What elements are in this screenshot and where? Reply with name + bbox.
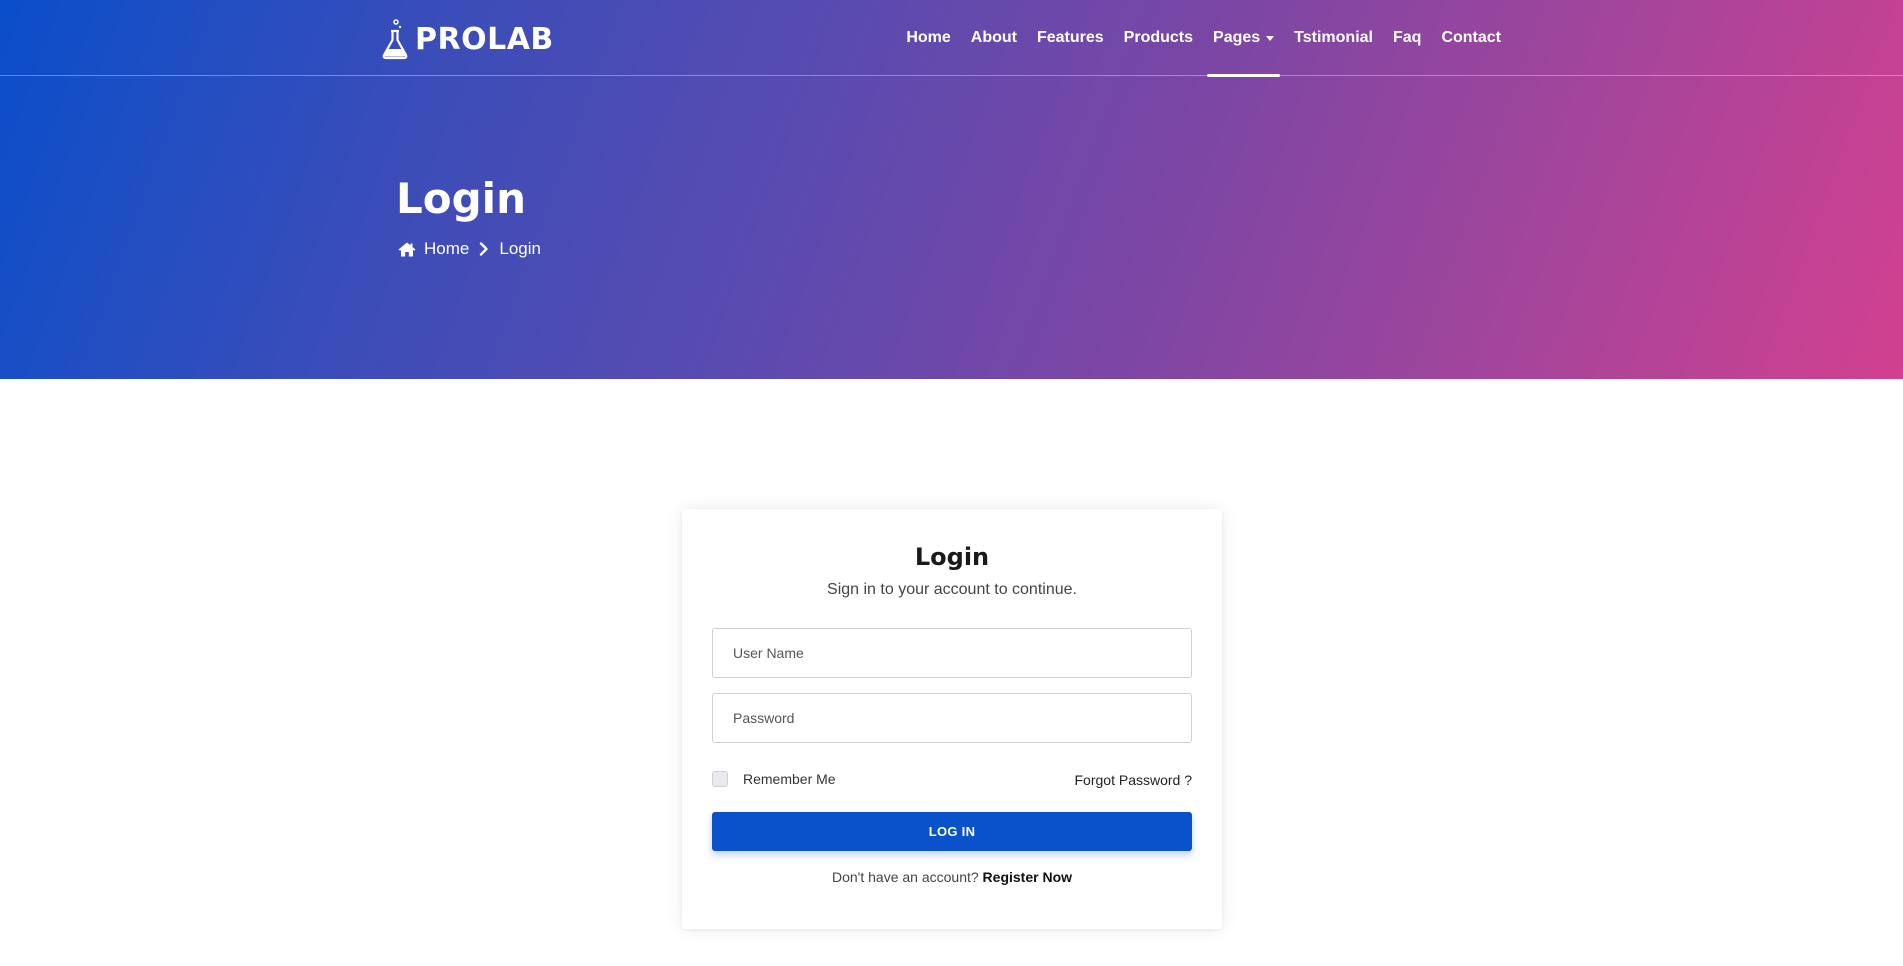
top-navbar: PROLAB Home About Features Products Page…: [0, 0, 1903, 77]
breadcrumb-home-link[interactable]: Home: [424, 239, 469, 259]
breadcrumb: Home Login: [398, 239, 541, 259]
nav-label: Contact: [1441, 29, 1501, 46]
home-icon: [398, 242, 416, 256]
nav-label: Home: [906, 29, 951, 46]
main-nav: Home About Features Products Pages Tstim…: [896, 0, 1511, 77]
flask-icon: [382, 19, 408, 60]
register-prompt-text: Don't have an account?: [831, 869, 979, 885]
remember-me[interactable]: Remember Me: [712, 771, 836, 787]
nav-label: Tstimonial: [1294, 29, 1373, 46]
nav-label: Products: [1123, 29, 1194, 46]
nav-item-faq[interactable]: Faq: [1383, 0, 1431, 76]
forgot-password-link[interactable]: Forgot Password ?: [1075, 772, 1193, 788]
hero-banner: PROLAB Home About Features Products Page…: [0, 0, 1903, 379]
remember-me-checkbox[interactable]: [712, 771, 728, 787]
login-card-title: Login: [914, 543, 990, 571]
nav-label: Pages: [1213, 29, 1261, 46]
nav-label: Faq: [1392, 29, 1422, 46]
brand-logo[interactable]: PROLAB: [381, 18, 554, 60]
nav-item-testimonial[interactable]: Tstimonial: [1284, 0, 1383, 76]
login-card-subtitle: Sign in to your account to continue.: [827, 581, 1077, 598]
nav-item-pages[interactable]: Pages: [1203, 0, 1284, 77]
nav-label: About: [970, 29, 1017, 46]
login-card: Login Sign in to your account to continu…: [682, 509, 1222, 929]
nav-item-features[interactable]: Features: [1027, 0, 1114, 76]
caret-down-icon: [1266, 35, 1275, 41]
chevron-right-icon: [480, 242, 489, 256]
register-now-link[interactable]: Register Now: [983, 869, 1072, 885]
nav-item-contact[interactable]: Contact: [1431, 0, 1511, 76]
breadcrumb-current: Login: [499, 239, 541, 258]
login-button[interactable]: LOG IN: [712, 812, 1192, 851]
nav-item-about[interactable]: About: [961, 0, 1027, 76]
password-input[interactable]: [712, 693, 1192, 743]
register-prompt: Don't have an account? Register Now: [682, 869, 1222, 885]
username-input[interactable]: [712, 628, 1192, 678]
nav-item-home[interactable]: Home: [896, 0, 960, 76]
nav-label: Features: [1036, 29, 1104, 46]
nav-item-products[interactable]: Products: [1114, 0, 1203, 76]
page-title: Login: [396, 174, 526, 223]
remember-me-label: Remember Me: [743, 771, 836, 787]
brand-name: PROLAB: [415, 21, 554, 57]
